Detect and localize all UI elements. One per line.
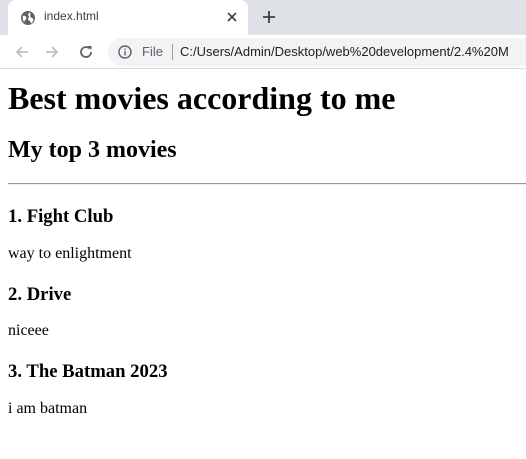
movie-title-2: 2. Drive <box>8 284 72 305</box>
page-subtitle: My top 3 movies <box>8 137 177 163</box>
movie-description-1: way to enlightment <box>8 245 132 262</box>
browser-tab[interactable]: index.html <box>8 0 248 35</box>
address-bar[interactable]: File C:/Users/Admin/Desktop/web%20develo… <box>108 38 526 66</box>
tab-title: index.html <box>44 9 99 23</box>
movie-title-3: 3. The Batman 2023 <box>8 361 168 382</box>
url-text[interactable]: C:/Users/Admin/Desktop/web%20development… <box>180 44 509 59</box>
close-icon[interactable] <box>226 11 238 23</box>
movie-description-2: niceee <box>8 322 49 339</box>
plus-icon[interactable] <box>262 10 276 24</box>
reload-icon[interactable] <box>78 44 94 60</box>
globe-icon <box>21 11 35 25</box>
arrow-right-icon[interactable] <box>44 44 60 60</box>
scheme-label: File <box>142 44 163 59</box>
divider <box>8 183 526 185</box>
page-title: Best movies according to me <box>8 80 396 116</box>
browser-toolbar: File C:/Users/Admin/Desktop/web%20develo… <box>0 35 526 69</box>
movie-title-1: 1. Fight Club <box>8 206 114 227</box>
info-icon[interactable] <box>118 45 132 59</box>
address-separator <box>172 44 173 60</box>
movie-description-3: i am batman <box>8 400 88 417</box>
tab-strip: index.html <box>0 0 526 35</box>
arrow-left-icon[interactable] <box>14 44 30 60</box>
